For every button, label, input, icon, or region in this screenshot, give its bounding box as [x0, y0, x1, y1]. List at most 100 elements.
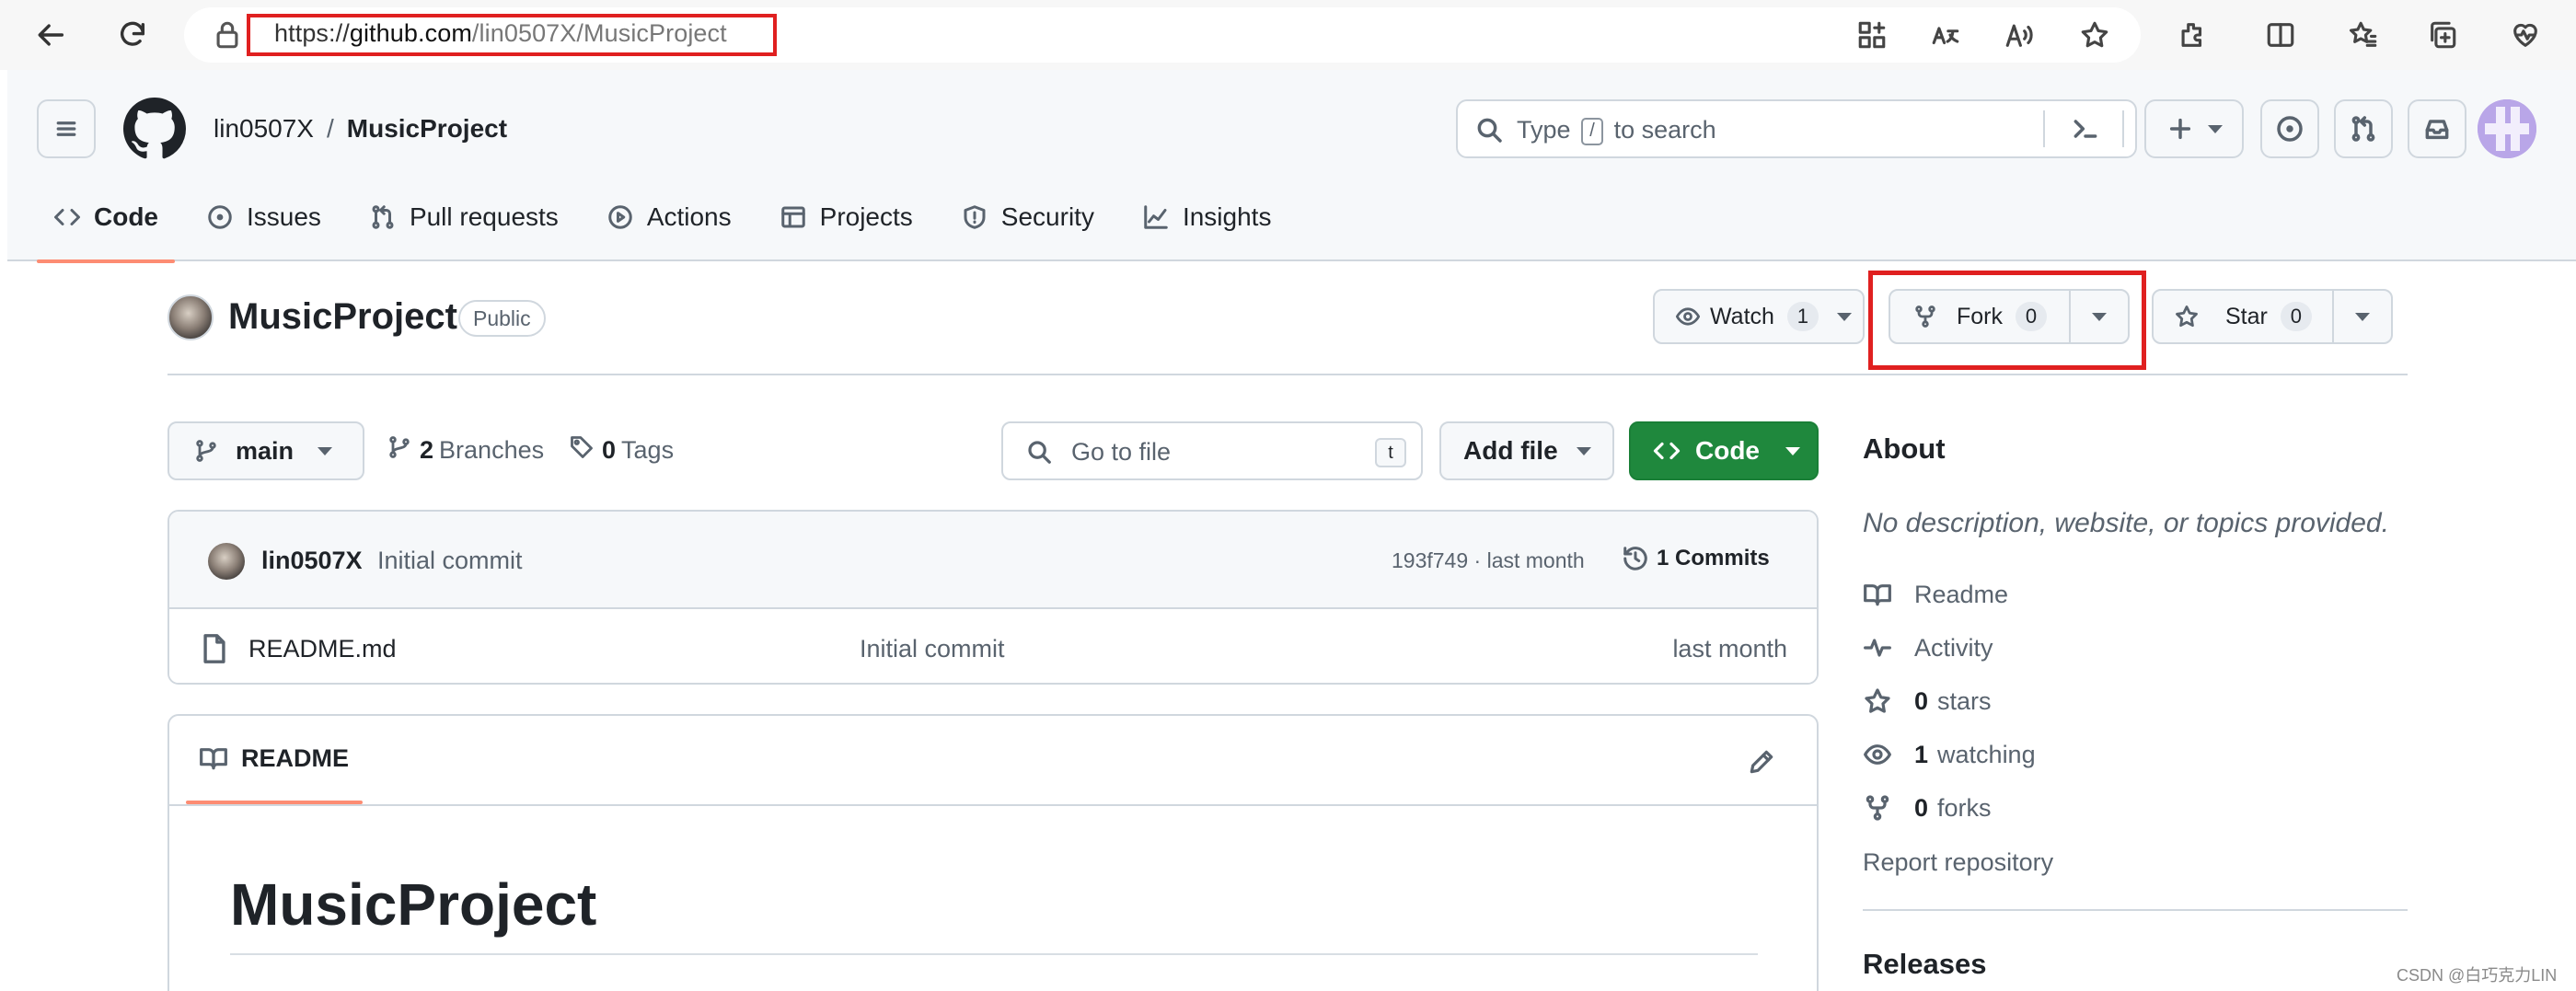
watching-label: watching — [1937, 740, 2036, 768]
branch-selector[interactable]: main — [167, 421, 364, 480]
favorite-star-icon[interactable] — [2078, 18, 2111, 52]
commits-count: 1 — [1657, 546, 1669, 570]
breadcrumb-separator: / — [326, 114, 334, 143]
stars-link[interactable]: 0 stars — [1863, 686, 1992, 716]
search-icon — [1474, 115, 1504, 144]
star-button[interactable]: Star 0 — [2154, 291, 2334, 342]
commit-author[interactable]: lin0507X — [261, 547, 363, 575]
forks-link[interactable]: 0 forks — [1863, 793, 1992, 823]
user-avatar[interactable] — [2478, 99, 2536, 158]
translate-icon[interactable] — [1929, 18, 1962, 52]
tab-actions[interactable]: Actions — [590, 197, 748, 237]
about-heading: About — [1863, 432, 1946, 465]
menu-button[interactable] — [37, 99, 96, 158]
tab-pull-requests[interactable]: Pull requests — [352, 197, 575, 237]
search-icon — [1025, 438, 1053, 466]
refresh-button[interactable] — [109, 11, 156, 59]
watch-label: Watch — [1710, 303, 1774, 329]
branches-link[interactable]: 2 Branches — [387, 434, 544, 467]
visibility-badge: Public — [458, 300, 546, 337]
github-logo-icon[interactable] — [123, 98, 186, 160]
app-available-icon[interactable] — [1855, 18, 1889, 52]
browser-toolbar: https://github.com/lin0507X/MusicProject — [0, 0, 2576, 70]
read-aloud-icon[interactable] — [2003, 18, 2036, 52]
readme-link[interactable]: Readme — [1863, 580, 2008, 609]
readme-link-label: Readme — [1914, 580, 2009, 608]
book-icon — [200, 748, 227, 770]
shield-icon — [964, 205, 986, 229]
command-palette-button[interactable] — [2058, 110, 2113, 147]
tab-projects[interactable]: Projects — [763, 197, 930, 237]
table-row[interactable]: README.md Initial commit last month — [169, 611, 1817, 683]
tab-code[interactable]: Code — [37, 197, 175, 263]
pencil-icon — [1750, 750, 1773, 774]
global-search-input[interactable]: Type / to search — [1456, 99, 2137, 158]
add-file-button[interactable]: Add file — [1439, 421, 1614, 480]
tab-issues[interactable]: Issues — [190, 197, 338, 237]
owner-link[interactable]: lin0507X — [214, 114, 314, 143]
chevron-down-icon — [318, 446, 333, 455]
branch-name: main — [236, 436, 295, 465]
branch-icon — [387, 434, 412, 467]
commit-author-avatar[interactable] — [208, 543, 245, 580]
chevron-down-icon — [2355, 312, 2370, 321]
file-name[interactable]: README.md — [248, 635, 397, 663]
refresh-icon — [120, 21, 145, 46]
commit-message[interactable]: Initial commit — [377, 547, 523, 575]
latest-commit-row: lin0507X Initial commit 193f749 · last m… — [169, 512, 1817, 609]
url-highlight-box — [247, 14, 777, 56]
eye-icon — [1864, 744, 1891, 765]
file-table: lin0507X Initial commit 193f749 · last m… — [167, 510, 1819, 685]
add-file-label: Add file — [1463, 436, 1558, 465]
tab-label: Issues — [247, 202, 321, 231]
watching-link[interactable]: 1 watching — [1863, 740, 2036, 769]
graph-icon — [1144, 205, 1168, 229]
fork-highlight-box — [1868, 271, 2146, 370]
watermark: CSDN @白巧克力LIN — [2397, 966, 2558, 985]
file-commit-message[interactable]: Initial commit — [860, 635, 1005, 663]
commit-hash-time[interactable]: 193f749 · last month — [1392, 548, 1585, 573]
readme-divider — [230, 953, 1758, 955]
tab-security[interactable]: Security — [944, 197, 1111, 237]
chevron-down-icon — [2208, 124, 2223, 133]
star-dropdown[interactable] — [2334, 291, 2391, 342]
history-icon — [1623, 547, 1647, 570]
repo-link[interactable]: MusicProject — [347, 114, 507, 143]
favorites-icon[interactable] — [2345, 17, 2382, 53]
issues-button[interactable] — [2260, 99, 2319, 158]
tab-label: Security — [1000, 202, 1094, 231]
inbox-button[interactable] — [2408, 99, 2466, 158]
about-description: No description, website, or topics provi… — [1863, 508, 2389, 538]
code-icon — [54, 209, 80, 225]
back-button[interactable] — [28, 11, 75, 59]
collections-icon[interactable] — [2424, 17, 2461, 53]
file-date: last month — [1672, 635, 1787, 663]
commits-history-link[interactable]: 1 Commits — [1622, 545, 1770, 572]
go-to-file-input[interactable]: Go to file t — [1001, 421, 1423, 480]
report-repository-link[interactable]: Report repository — [1863, 848, 2053, 877]
browser-essentials-icon[interactable] — [2507, 17, 2544, 53]
chevron-down-icon[interactable] — [1836, 312, 1852, 321]
pull-request-icon — [372, 205, 394, 229]
pull-requests-button[interactable] — [2334, 99, 2393, 158]
edit-readme-button[interactable] — [1743, 743, 1780, 780]
lock-icon[interactable] — [212, 18, 243, 52]
forks-count: 0 — [1914, 793, 1929, 822]
extensions-icon[interactable] — [2174, 17, 2211, 53]
issue-icon — [208, 205, 232, 229]
releases-heading[interactable]: Releases — [1863, 948, 1986, 981]
tab-label: Actions — [646, 202, 732, 231]
watch-button[interactable]: Watch 1 — [1653, 289, 1865, 344]
split-screen-icon[interactable] — [2262, 17, 2299, 53]
activity-link[interactable]: Activity — [1863, 633, 1993, 663]
file-icon — [201, 633, 228, 664]
activity-link-label: Activity — [1914, 633, 1993, 662]
repo-title[interactable]: MusicProject — [228, 296, 457, 338]
repo-breadcrumb: lin0507X / MusicProject — [214, 114, 507, 144]
create-new-button[interactable] — [2144, 99, 2244, 158]
code-button[interactable]: Code — [1629, 421, 1819, 480]
tab-insights[interactable]: Insights — [1126, 197, 1288, 237]
owner-avatar[interactable] — [167, 294, 214, 340]
readme-tab[interactable]: README — [199, 743, 349, 773]
tags-link[interactable]: 0 Tags — [569, 434, 674, 467]
